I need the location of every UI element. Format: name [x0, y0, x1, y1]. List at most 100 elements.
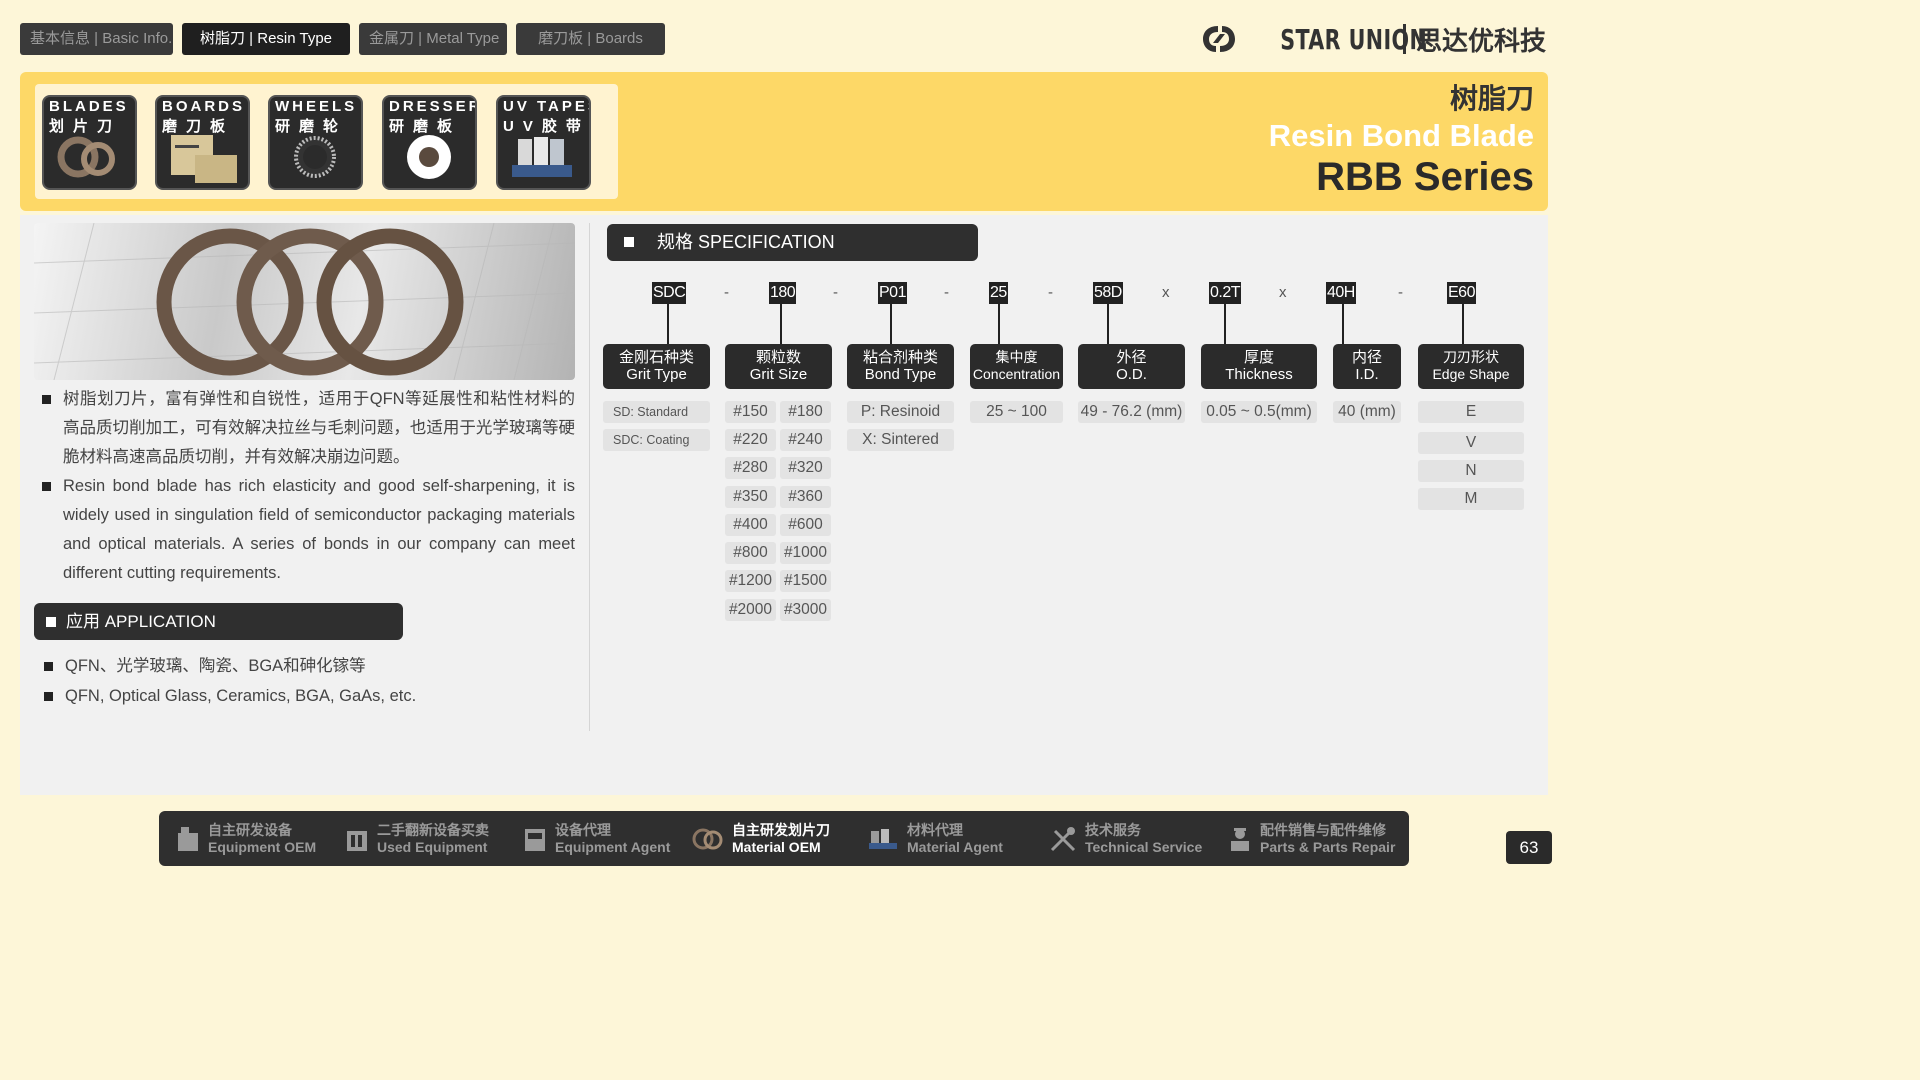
- grit-size-value: #240: [780, 429, 831, 451]
- nav-equipment-agent[interactable]: 设备代理 Equipment Agent: [523, 819, 670, 859]
- nav-label-en: Equipment Agent: [555, 839, 671, 855]
- label-en: Bond Type: [864, 366, 937, 383]
- description-en: Resin bond blade has rich elasticity and…: [42, 472, 575, 588]
- worker-icon: [1231, 828, 1249, 851]
- title-series: RBB Series: [1316, 155, 1534, 199]
- tab-resin-type[interactable]: 树脂刀 | Resin Type: [182, 23, 350, 55]
- od-value: 49 - 76.2 (mm): [1078, 401, 1185, 423]
- label-cn: 刀刃形状: [1443, 349, 1499, 365]
- label-cn: 集中度: [995, 349, 1038, 365]
- nav-label-cn: 自主研发设备: [208, 822, 292, 838]
- nav-material-agent[interactable]: 材料代理 Material Agent: [867, 819, 1003, 859]
- tab-metal-type[interactable]: 金属刀 | Metal Type: [359, 23, 507, 55]
- grit-size-value: #1500: [780, 570, 831, 592]
- spec-connector: [1107, 304, 1109, 344]
- product-dresser[interactable]: DRESSER 研磨板: [382, 95, 477, 190]
- grit-size-value: #2000: [725, 599, 776, 621]
- grit-size-value: #3000: [780, 599, 831, 621]
- product-boards[interactable]: BOARDS 磨刀板: [155, 95, 250, 190]
- spec-connector: [1342, 304, 1344, 344]
- star-union-logo-icon: [1202, 26, 1235, 52]
- spec-label-edge-shape: 刀刃形状 Edge Shape: [1418, 344, 1524, 389]
- edge-shape-value: V: [1418, 432, 1524, 454]
- spec-code: P01: [878, 282, 907, 304]
- spec-separator: -: [724, 284, 729, 301]
- spec-label-grit-type: 金刚石种类 Grit Type: [603, 344, 710, 389]
- resin-blades-photo: [34, 223, 575, 380]
- nav-technical-service[interactable]: 技术服务 Technical Service: [1049, 819, 1202, 859]
- spec-label-thickness: 厚度 Thickness: [1201, 344, 1317, 389]
- title-en: Resin Bond Blade: [1268, 118, 1534, 153]
- edge-shape-value: E: [1418, 401, 1524, 423]
- page-title: 树脂刀 Resin Bond Blade RBB Series: [1269, 80, 1534, 200]
- product-label-en: BOARDS: [162, 98, 246, 115]
- column-divider: [589, 223, 590, 731]
- bottom-nav: 自主研发设备 Equipment OEM 二手翻新设备买卖 Used Equipme…: [159, 811, 1409, 866]
- nav-material-oem[interactable]: 自主研发划片刀 Material OEM: [692, 819, 830, 859]
- hero-image: [34, 223, 575, 380]
- product-wheels[interactable]: WHEELS 研磨轮: [268, 95, 363, 190]
- brand-name-cn: 思达优科技: [1415, 25, 1546, 56]
- spec-separator: -: [833, 284, 838, 301]
- label-en: Thickness: [1225, 366, 1293, 383]
- grit-size-value: #1200: [725, 570, 776, 592]
- nav-parts-repair[interactable]: 配件销售与配件维修 Parts & Parts Repair: [1228, 819, 1395, 859]
- list-item: QFN, Optical Glass, Ceramics, BGA, GaAs,…: [44, 681, 416, 711]
- spec-separator: -: [944, 284, 949, 301]
- grit-size-value: #360: [780, 486, 831, 508]
- spec-separator: x: [1162, 284, 1170, 301]
- grit-size-value: #350: [725, 486, 776, 508]
- label-cn: 外径: [1116, 349, 1147, 366]
- label-cn: 颗粒数: [755, 349, 801, 366]
- label-en: Grit Size: [749, 366, 808, 383]
- label-en: Grit Type: [626, 366, 687, 383]
- title-cn: 树脂刀: [1449, 83, 1534, 114]
- product-nav: BLADES 划片刀 BOARDS 磨刀板 WHEELS 研磨轮 DRESSER…: [35, 84, 618, 199]
- spec-connector: [890, 304, 892, 344]
- nav-label-cn: 配件销售与配件维修: [1260, 822, 1386, 838]
- spec-connector: [780, 304, 782, 344]
- product-blades[interactable]: BLADES 划片刀: [42, 95, 137, 190]
- product-uv-tapes[interactable]: UV TAPES UV胶带: [496, 95, 591, 190]
- nav-label-cn: 材料代理: [907, 822, 963, 838]
- cabinet-icon: [525, 829, 545, 851]
- grit-size-value: #800: [725, 542, 776, 564]
- spec-code: 40H: [1326, 282, 1356, 304]
- label-cn: 金刚石种类: [618, 349, 694, 366]
- spec-separator: -: [1048, 284, 1053, 301]
- label-cn: 内径: [1351, 349, 1382, 366]
- label-cn: 粘合剂种类: [862, 349, 938, 366]
- spec-code: 25: [989, 282, 1008, 304]
- brand-name-en: STAR UNION: [1280, 22, 1427, 56]
- product-label-en: DRESSER: [389, 98, 477, 115]
- grit-type-value: SD: Standard: [603, 401, 710, 423]
- spec-code: E60: [1447, 282, 1476, 304]
- nav-label-en: Used Equipment: [377, 839, 488, 855]
- concentration-value: 25 ~ 100: [970, 401, 1063, 423]
- id-value: 40 (mm): [1333, 401, 1401, 423]
- product-description: 树脂划刀片，富有弹性和自锐性，适用于QFN等延展性和粘性材料的高品质切削加工，可…: [42, 385, 575, 588]
- specification-heading: 规格 SPECIFICATION: [607, 224, 978, 261]
- nav-used-equipment[interactable]: 二手翻新设备买卖 Used Equipment: [345, 819, 489, 859]
- application-heading: 应用 APPLICATION: [34, 603, 403, 640]
- tab-basic-info[interactable]: 基本信息 | Basic Info.: [20, 23, 173, 55]
- blades-icon: [57, 136, 115, 178]
- grit-size-value: #320: [780, 457, 831, 479]
- wheels-icon: [294, 136, 336, 178]
- label-en: I.D.: [1355, 366, 1379, 383]
- grit-type-value: SDC: Coating: [603, 429, 710, 451]
- main-panel: 树脂划刀片，富有弹性和自锐性，适用于QFN等延展性和粘性材料的高品质切削加工，可…: [20, 215, 1548, 795]
- tab-boards[interactable]: 磨刀板 | Boards: [516, 23, 665, 55]
- grit-size-value: #150: [725, 401, 776, 423]
- nav-label-en: Material OEM: [732, 839, 821, 855]
- spec-code: 180: [769, 282, 797, 304]
- spec-code: 58D: [1093, 282, 1123, 304]
- spec-separator: x: [1279, 284, 1287, 301]
- nav-equipment-oem[interactable]: 自主研发设备 Equipment OEM: [176, 819, 316, 859]
- machine-icon: [178, 827, 198, 851]
- application-list: QFN、光学玻璃、陶瓷、BGA和砷化镓等 QFN, Optical Glass,…: [44, 651, 416, 711]
- wrench-icon: [1050, 827, 1076, 852]
- grit-size-value: #400: [725, 514, 776, 536]
- grit-size-value: #180: [780, 401, 831, 423]
- spec-connector: [667, 304, 669, 344]
